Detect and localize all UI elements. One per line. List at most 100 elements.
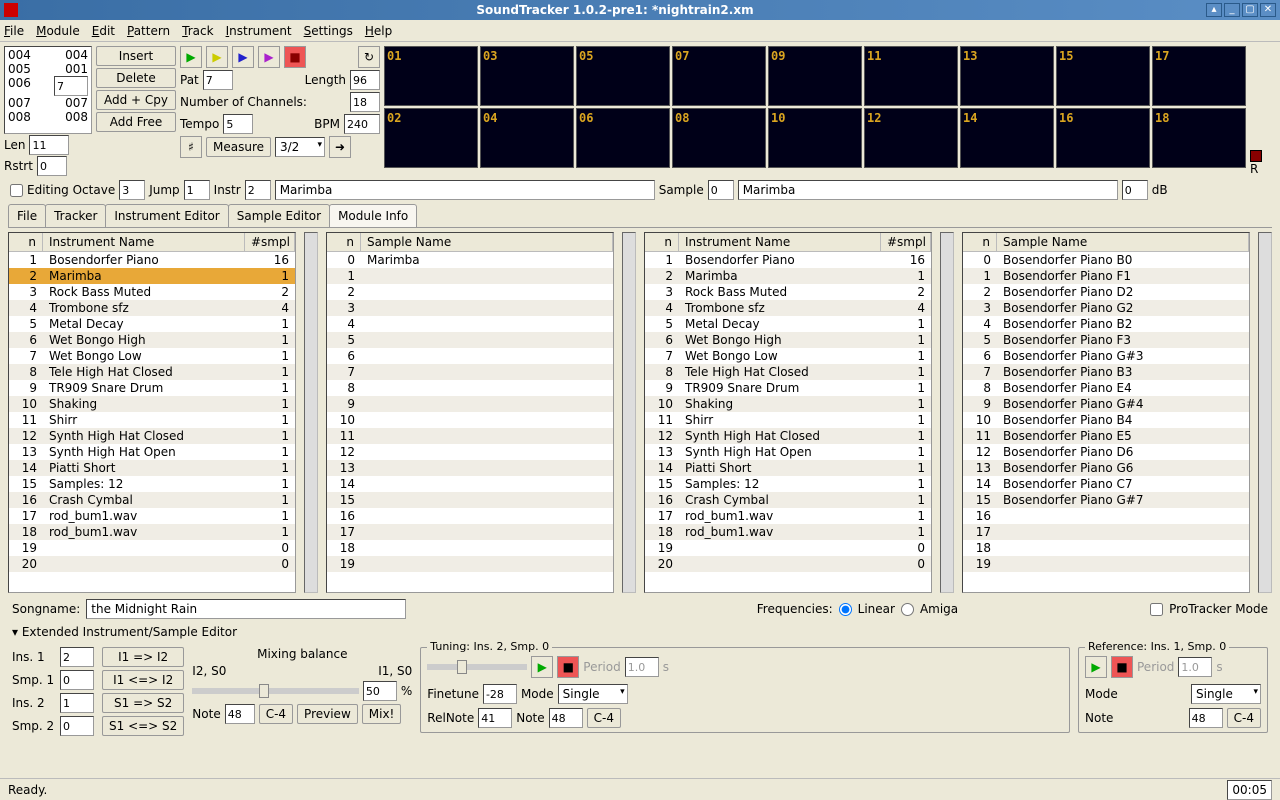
track-cell[interactable]: 01 xyxy=(384,46,478,106)
maximize-icon[interactable]: ▢ xyxy=(1242,3,1258,17)
instr-name-input[interactable]: Marimba xyxy=(275,180,655,200)
i1-to-i2-button[interactable]: I1 => I2 xyxy=(102,647,184,667)
list-item[interactable]: 3Rock Bass Muted2 xyxy=(645,284,931,300)
i1-swap-i2-button[interactable]: I1 <=> I2 xyxy=(102,670,184,690)
list-item[interactable]: 4Bosendorfer Piano B2 xyxy=(963,316,1249,332)
bpm-input[interactable]: 240 xyxy=(344,114,380,134)
scrollbar[interactable] xyxy=(1258,232,1272,593)
note-btn[interactable]: C-4 xyxy=(259,704,293,724)
list-item[interactable]: 17rod_bum1.wav1 xyxy=(645,508,931,524)
delete-button[interactable]: Delete xyxy=(96,68,176,88)
scrollbar[interactable] xyxy=(940,232,954,593)
menu-help[interactable]: Help xyxy=(365,24,392,38)
list-item[interactable]: 13Synth High Hat Open1 xyxy=(645,444,931,460)
list-item[interactable]: 7Wet Bongo Low1 xyxy=(645,348,931,364)
list-item[interactable]: 16 xyxy=(327,508,613,524)
tuning-slider[interactable] xyxy=(427,664,527,670)
list-item[interactable]: 7 xyxy=(327,364,613,380)
noc-input[interactable]: 18 xyxy=(350,92,380,112)
track-cell[interactable]: 18 xyxy=(1152,108,1246,168)
list-item[interactable]: 18 xyxy=(963,540,1249,556)
list-item[interactable]: 5 xyxy=(327,332,613,348)
tab-instrument-editor[interactable]: Instrument Editor xyxy=(105,204,228,227)
list-item[interactable]: 1Bosendorfer Piano16 xyxy=(645,252,931,268)
menu-track[interactable]: Track xyxy=(182,24,213,38)
songname-input[interactable]: the Midnight Rain xyxy=(86,599,406,619)
instrument-list-1[interactable]: nInstrument Name#smpl 1Bosendorfer Piano… xyxy=(8,232,296,593)
apply-icon[interactable]: ➜ xyxy=(329,136,351,158)
list-item[interactable]: 6Wet Bongo High1 xyxy=(645,332,931,348)
track-cell[interactable]: 13 xyxy=(960,46,1054,106)
list-item[interactable]: 14Piatti Short1 xyxy=(9,460,295,476)
list-item[interactable]: 13Synth High Hat Open1 xyxy=(9,444,295,460)
menu-file[interactable]: File xyxy=(4,24,24,38)
tuning-play-icon[interactable]: ▶ xyxy=(531,656,553,678)
track-cell[interactable]: 06 xyxy=(576,108,670,168)
list-item[interactable]: 4Trombone sfz4 xyxy=(645,300,931,316)
list-item[interactable]: 11Shirr1 xyxy=(645,412,931,428)
list-item[interactable]: 9TR909 Snare Drum1 xyxy=(645,380,931,396)
list-item[interactable]: 18rod_bum1.wav1 xyxy=(9,524,295,540)
list-item[interactable]: 7Wet Bongo Low1 xyxy=(9,348,295,364)
list-item[interactable]: 19 xyxy=(327,556,613,572)
list-item[interactable]: 10Shaking1 xyxy=(9,396,295,412)
add-cpy-button[interactable]: Add + Cpy xyxy=(96,90,176,110)
track-cell[interactable]: 05 xyxy=(576,46,670,106)
list-item[interactable]: 16 xyxy=(963,508,1249,524)
list-item[interactable]: 15Samples: 121 xyxy=(645,476,931,492)
list-item[interactable]: 190 xyxy=(645,540,931,556)
mode-select[interactable]: Single xyxy=(558,684,628,704)
list-item[interactable]: 14Piatti Short1 xyxy=(645,460,931,476)
ref-stop-icon[interactable]: ■ xyxy=(1111,656,1133,678)
scrollbar[interactable] xyxy=(304,232,318,593)
len-input[interactable]: 11 xyxy=(29,135,69,155)
list-item[interactable]: 17rod_bum1.wav1 xyxy=(9,508,295,524)
add-free-button[interactable]: Add Free xyxy=(96,112,176,132)
list-item[interactable]: 4Trombone sfz4 xyxy=(9,300,295,316)
track-cell[interactable]: 04 xyxy=(480,108,574,168)
track-cell[interactable]: 16 xyxy=(1056,108,1150,168)
list-item[interactable]: 8 xyxy=(327,380,613,396)
list-item[interactable]: 1Bosendorfer Piano F1 xyxy=(963,268,1249,284)
menu-settings[interactable]: Settings xyxy=(304,24,353,38)
track-cell[interactable]: 14 xyxy=(960,108,1054,168)
list-item[interactable]: 12Synth High Hat Closed1 xyxy=(9,428,295,444)
list-item[interactable]: 8Tele High Hat Closed1 xyxy=(645,364,931,380)
list-item[interactable]: 0Marimba xyxy=(327,252,613,268)
list-item[interactable]: 2Marimba1 xyxy=(9,268,295,284)
list-item[interactable]: 3Bosendorfer Piano G2 xyxy=(963,300,1249,316)
tab-module-info[interactable]: Module Info xyxy=(329,204,417,227)
track-cell[interactable]: 08 xyxy=(672,108,766,168)
level-input[interactable]: 0 xyxy=(1122,180,1148,200)
list-item[interactable]: 8Tele High Hat Closed1 xyxy=(9,364,295,380)
list-item[interactable]: 14 xyxy=(327,476,613,492)
finetune-input[interactable]: -28 xyxy=(483,684,517,704)
minimize-icon[interactable]: _ xyxy=(1224,3,1240,17)
ext-header[interactable]: Extended Instrument/Sample Editor xyxy=(22,625,237,639)
measure-select[interactable]: 3/2 xyxy=(275,137,325,157)
list-item[interactable]: 8Bosendorfer Piano E4 xyxy=(963,380,1249,396)
raise-icon[interactable]: ▴ xyxy=(1206,3,1222,17)
tempo-input[interactable]: 5 xyxy=(223,114,253,134)
smp1-input[interactable]: 0 xyxy=(60,670,94,690)
length-input[interactable]: 96 xyxy=(350,70,380,90)
list-item[interactable]: 9Bosendorfer Piano G#4 xyxy=(963,396,1249,412)
list-item[interactable]: 14Bosendorfer Piano C7 xyxy=(963,476,1249,492)
freq-linear-radio[interactable] xyxy=(839,603,852,616)
s1-to-s2-button[interactable]: S1 => S2 xyxy=(102,693,184,713)
smp2-input[interactable]: 0 xyxy=(60,716,94,736)
sample-name-input[interactable]: Marimba xyxy=(738,180,1118,200)
list-item[interactable]: 11Bosendorfer Piano E5 xyxy=(963,428,1249,444)
list-item[interactable]: 11 xyxy=(327,428,613,444)
list-item[interactable]: 2Marimba1 xyxy=(645,268,931,284)
measure-button[interactable]: Measure xyxy=(206,137,271,157)
list-item[interactable]: 5Metal Decay1 xyxy=(9,316,295,332)
menu-module[interactable]: Module xyxy=(36,24,80,38)
track-cell[interactable]: 12 xyxy=(864,108,958,168)
list-item[interactable]: 18rod_bum1.wav1 xyxy=(645,524,931,540)
list-item[interactable]: 2 xyxy=(327,284,613,300)
ref-play-icon[interactable]: ▶ xyxy=(1085,656,1107,678)
track-cell[interactable]: 17 xyxy=(1152,46,1246,106)
loop-icon[interactable]: ▶ xyxy=(258,46,280,68)
track-cell[interactable]: 09 xyxy=(768,46,862,106)
